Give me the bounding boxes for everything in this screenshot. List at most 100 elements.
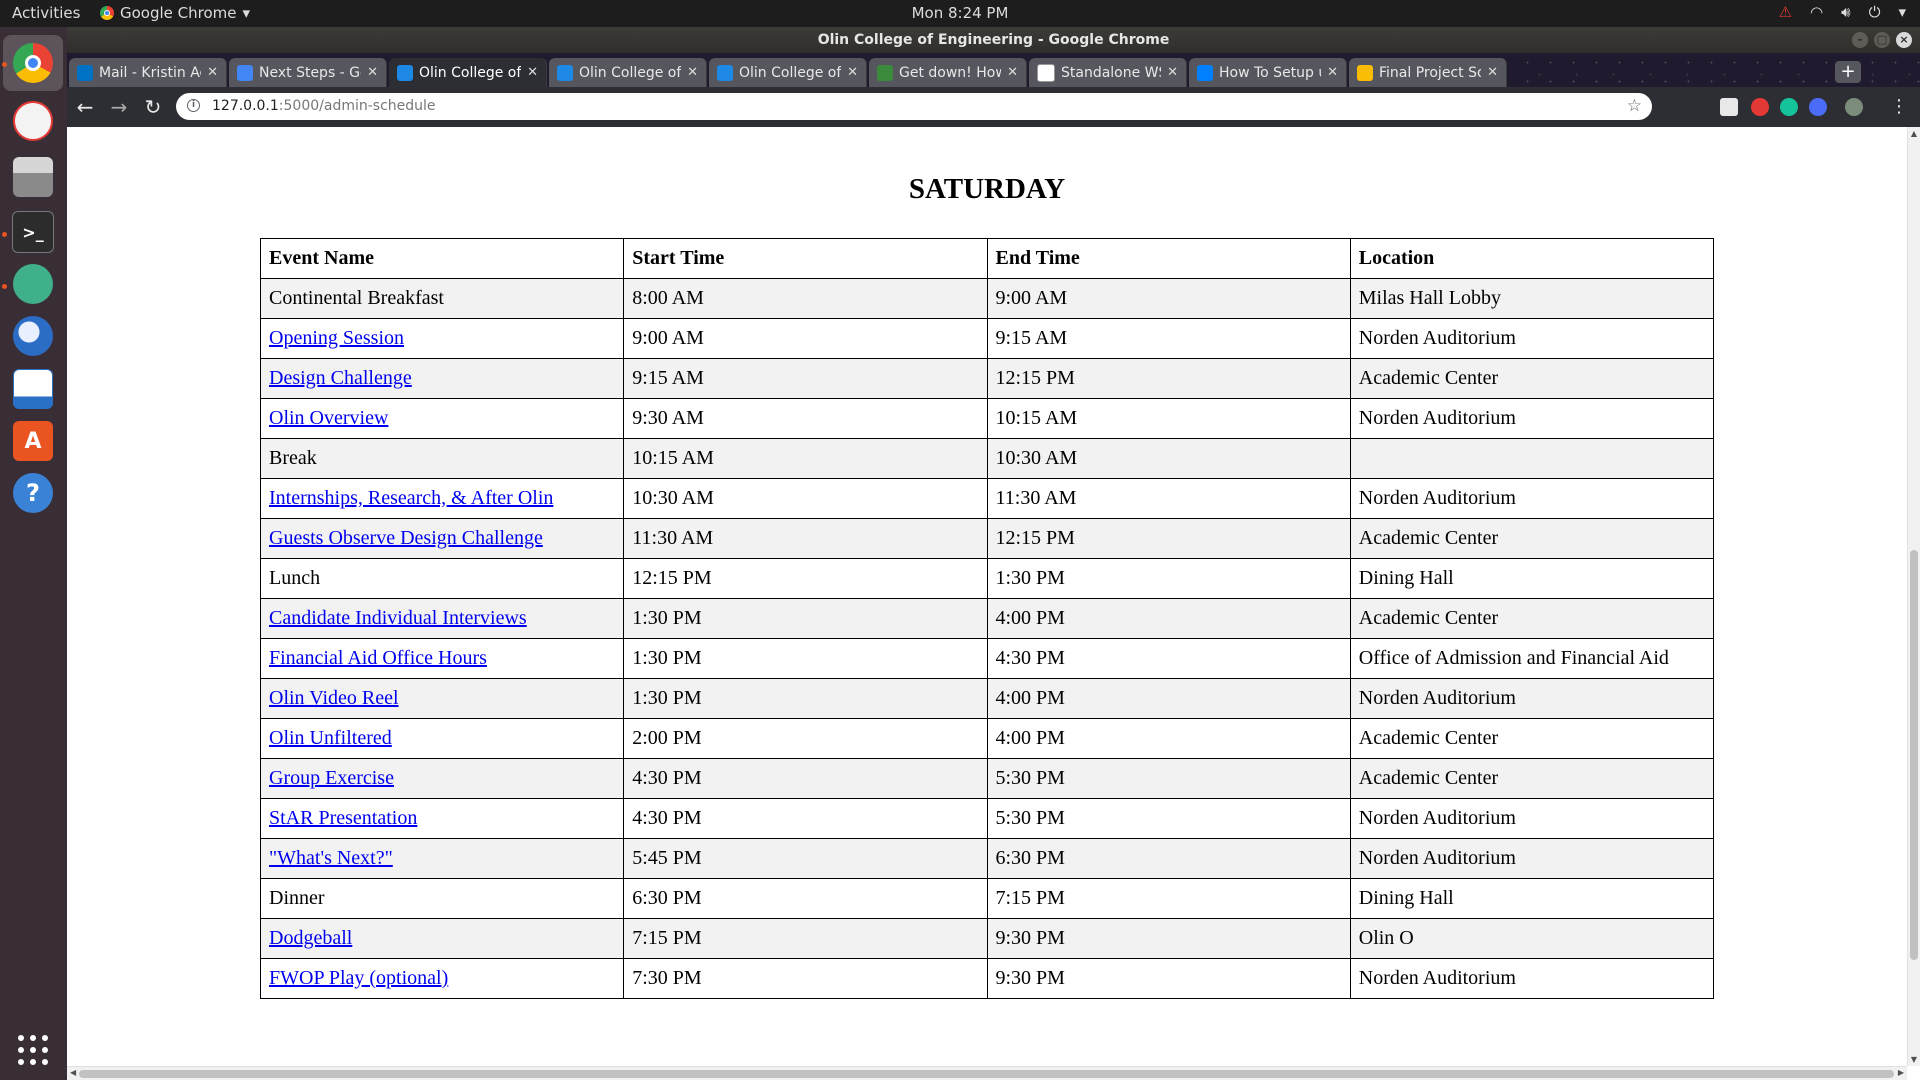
info-icon[interactable]: i	[187, 99, 200, 112]
event-link[interactable]: Guests Observe Design Challenge	[269, 527, 543, 549]
scroll-down-arrow[interactable]: ▼	[1908, 1055, 1920, 1064]
event-link[interactable]: Design Challenge	[269, 367, 412, 389]
volume-icon[interactable]: 🔊︎	[1841, 3, 1850, 21]
event-link[interactable]: Financial Aid Office Hours	[269, 647, 487, 669]
dock-chrome[interactable]	[3, 35, 63, 91]
browser-tab[interactable]: Next Steps - Google ✕	[229, 58, 387, 87]
column-header-start-time: Start Time	[623, 238, 988, 279]
browser-tab[interactable]: Olin College of Eng ✕	[389, 58, 547, 87]
activities-button[interactable]: Activities	[12, 4, 80, 22]
tab-close-icon[interactable]: ✕	[1007, 65, 1018, 80]
event-link[interactable]: StAR Presentation	[269, 807, 417, 829]
menu-arrow-icon[interactable]: ▾	[1898, 3, 1906, 21]
event-name-cell: Olin Overview	[259, 398, 625, 439]
location-cell: Office of Admission and Financial Aid	[1349, 638, 1715, 679]
event-link[interactable]: Olin Video Reel	[269, 687, 399, 709]
scroll-left-arrow[interactable]: ◀	[70, 1068, 76, 1077]
dock-software-center[interactable]: A	[9, 417, 57, 465]
terminal-icon: >_	[12, 211, 54, 253]
table-row: Olin Overview 9:30 AM 10:15 AM Norden Audit…	[259, 398, 1715, 439]
extension-chat-icon[interactable]	[1809, 98, 1827, 116]
dock-writer[interactable]	[9, 365, 57, 413]
back-button[interactable]: ←	[73, 95, 97, 119]
scroll-up-arrow[interactable]: ▲	[1908, 129, 1920, 138]
event-link[interactable]: Olin Unfiltered	[269, 727, 392, 749]
window-titlebar[interactable]: Olin College of Engineering - Google Chr…	[67, 27, 1920, 53]
browser-tab[interactable]: Get down! How to ✕	[869, 58, 1027, 87]
location-cell: Dining Hall	[1349, 558, 1715, 599]
event-name-cell: Olin Video Reel	[259, 678, 625, 719]
dock-files[interactable]	[9, 153, 57, 201]
event-link[interactable]: Group Exercise	[269, 767, 394, 789]
new-tab-button[interactable]: +	[1835, 61, 1861, 83]
table-row: Candidate Individual Interviews 1:30 PM 4:…	[259, 598, 1715, 639]
minimize-button[interactable]: –	[1852, 32, 1868, 48]
clock[interactable]: Mon 8:24 PM	[0, 4, 1920, 22]
wifi-icon[interactable]: ◠	[1810, 3, 1823, 21]
close-window-button[interactable]: ×	[1896, 32, 1912, 48]
event-link[interactable]: "What's Next?"	[269, 847, 393, 869]
scroll-right-arrow[interactable]: ▶	[1898, 1068, 1904, 1077]
event-link[interactable]: Candidate Individual Interviews	[269, 607, 527, 629]
kebab-menu-icon[interactable]: ⋮	[1890, 96, 1908, 117]
browser-tab[interactable]: Mail - Kristin Aoki - ✕	[69, 58, 227, 87]
table-row: Dodgeball 7:15 PM 9:30 PM Olin O	[259, 918, 1715, 959]
tab-close-icon[interactable]: ✕	[527, 65, 538, 80]
event-link[interactable]: Internships, Research, & After Olin	[269, 487, 553, 509]
system-top-bar: Activities Google Chrome ▾ Mon 8:24 PM ⚠…	[0, 0, 1920, 27]
tab-close-icon[interactable]: ✕	[847, 65, 858, 80]
address-bar[interactable]: i 127.0.0.1:5000/admin-schedule ☆	[176, 93, 1652, 120]
start-time-cell: 10:15 AM	[623, 438, 988, 479]
tab-close-icon[interactable]: ✕	[367, 65, 378, 80]
table-row: "What's Next?" 5:45 PM 6:30 PM Norden Audit…	[259, 838, 1715, 879]
power-icon[interactable]: ⏻	[1869, 3, 1881, 21]
browser-tab[interactable]: Olin College of Eng ✕	[709, 58, 867, 87]
event-name-cell: FWOP Play (optional)	[259, 958, 625, 999]
start-time-cell: 7:30 PM	[623, 958, 988, 999]
location-cell	[1349, 438, 1715, 479]
extension-lastpass-icon[interactable]	[1751, 98, 1769, 116]
event-link[interactable]: Dodgeball	[269, 927, 352, 949]
start-time-cell: 1:30 PM	[623, 598, 988, 639]
column-header-event-name: Event Name	[259, 238, 625, 279]
location-cell: Academic Center	[1349, 598, 1715, 639]
app-menu[interactable]: Google Chrome ▾	[100, 4, 250, 22]
profile-avatar[interactable]	[1845, 98, 1863, 116]
olin-icon	[557, 64, 573, 81]
stackoverflow-icon	[877, 64, 893, 81]
bookmark-star-icon[interactable]: ☆	[1627, 93, 1642, 120]
warning-icon[interactable]: ⚠	[1779, 3, 1792, 21]
end-time-cell: 4:00 PM	[986, 718, 1351, 759]
tab-close-icon[interactable]: ✕	[687, 65, 698, 80]
end-time-cell: 4:30 PM	[986, 638, 1351, 679]
tab-close-icon[interactable]: ✕	[1487, 65, 1498, 80]
dock-help[interactable]: ?	[9, 469, 57, 517]
browser-tab[interactable]: Olin College of Eng ✕	[549, 58, 707, 87]
show-applications-button[interactable]	[9, 1026, 57, 1074]
maximize-button[interactable]: □	[1874, 32, 1890, 48]
dock-rhythmbox[interactable]	[9, 97, 57, 145]
browser-tab[interactable]: Final Project Softw ✕	[1349, 58, 1507, 87]
vertical-scroll-thumb[interactable]	[1910, 550, 1918, 960]
horizontal-scroll-thumb[interactable]	[79, 1070, 1894, 1078]
horizontal-scrollbar[interactable]: ◀ ▶	[67, 1066, 1907, 1080]
dock-thunderbird[interactable]	[9, 312, 57, 360]
event-link[interactable]: FWOP Play (optional)	[269, 967, 448, 989]
extension-page-icon[interactable]	[1720, 98, 1738, 116]
system-tray[interactable]: ⚠ ◠ 🔊︎ ⏻ ▾	[1779, 3, 1906, 21]
browser-tab[interactable]: Standalone WSGI C ✕	[1029, 58, 1187, 87]
forward-button[interactable]: →	[107, 95, 131, 119]
start-time-cell: 9:00 AM	[623, 318, 988, 359]
extension-grammarly-icon[interactable]	[1780, 98, 1798, 116]
vertical-scrollbar[interactable]: ▲ ▼	[1907, 127, 1920, 1066]
event-link[interactable]: Opening Session	[269, 327, 404, 349]
reload-button[interactable]: ↻	[141, 95, 165, 119]
tab-close-icon[interactable]: ✕	[1167, 65, 1178, 80]
tab-close-icon[interactable]: ✕	[207, 65, 218, 80]
browser-tab[interactable]: How To Setup uWS ✕	[1189, 58, 1347, 87]
dock-terminal[interactable]: >_	[9, 208, 57, 256]
tab-title: Get down! How to	[899, 64, 1002, 81]
tab-close-icon[interactable]: ✕	[1327, 65, 1338, 80]
event-link[interactable]: Olin Overview	[269, 407, 388, 429]
dock-atom[interactable]	[9, 260, 57, 308]
